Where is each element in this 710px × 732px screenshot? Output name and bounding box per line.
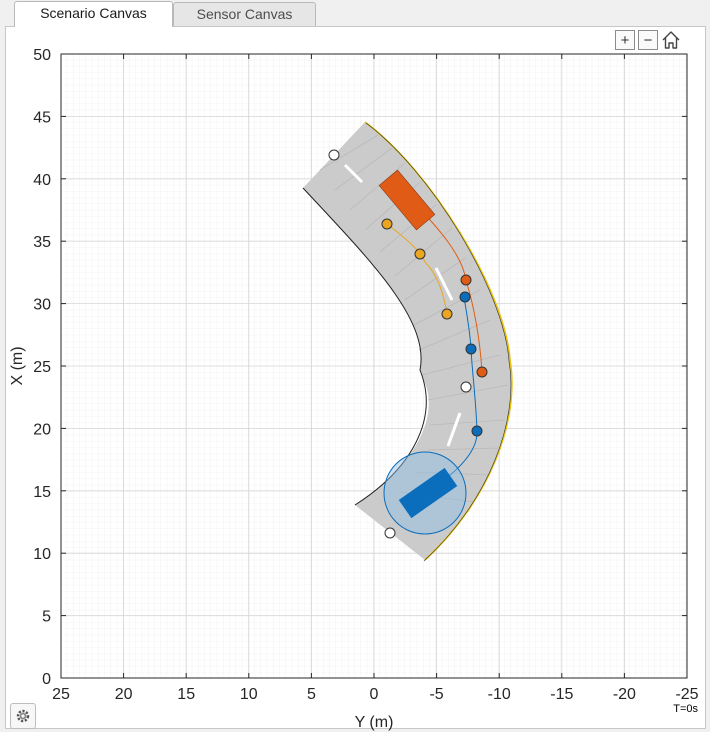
zoom-in-icon[interactable]: + [615,30,635,50]
y-tick-label: 25 [33,359,51,376]
y-tick-label: 15 [33,484,51,501]
y-tick-labels: 50454035302520151050 [33,47,51,688]
waypoint[interactable] [476,366,488,378]
y-tick-label: 45 [33,109,51,126]
x-tick-label: 5 [307,686,316,703]
x-axis-label: Y (m) [355,714,394,731]
y-tick-label: 5 [42,609,51,626]
x-tick-label: -5 [429,686,443,703]
y-tick-label: 20 [33,421,51,438]
waypoint[interactable] [459,291,471,303]
gear-icon [16,709,30,723]
waypoint[interactable] [414,248,426,260]
simulation-time: T=0s [673,703,698,715]
y-tick-label: 10 [33,546,51,563]
x-tick-label: 15 [177,686,195,703]
tab-scenario-canvas[interactable]: Scenario Canvas [14,1,173,27]
waypoint[interactable] [465,343,477,355]
x-tick-labels: 25 20 15 10 5 0 -5 -10 -15 -20 -25 [52,686,699,703]
road-centerline-point[interactable] [328,149,340,161]
y-axis-label: X (m) [9,346,26,385]
x-tick-label: 25 [52,686,70,703]
x-tick-label: -10 [488,686,511,703]
scenario-plot[interactable]: 25 20 15 10 5 0 -5 -10 -15 -20 -25 504540353025201… [0,0,710,732]
road-centerline-point[interactable] [384,527,396,539]
road-centerline-point[interactable] [460,381,472,393]
x-tick-label: -25 [675,686,698,703]
x-tick-label: 10 [240,686,258,703]
waypoint[interactable] [471,425,483,437]
y-tick-label: 35 [33,234,51,251]
axes-toolbar: + − [615,30,681,52]
settings-button[interactable] [10,703,36,729]
waypoint[interactable] [441,308,453,320]
home-icon[interactable] [661,30,681,50]
y-tick-label: 30 [33,297,51,314]
waypoint[interactable] [460,274,472,286]
x-tick-label: 0 [370,686,379,703]
zoom-out-icon[interactable]: − [638,30,658,50]
x-tick-label: 20 [115,686,133,703]
x-tick-label: -15 [550,686,573,703]
y-tick-label: 40 [33,172,51,189]
y-tick-label: 0 [42,671,51,688]
y-tick-label: 50 [33,47,51,64]
waypoint[interactable] [381,218,393,230]
x-tick-label: -20 [613,686,636,703]
